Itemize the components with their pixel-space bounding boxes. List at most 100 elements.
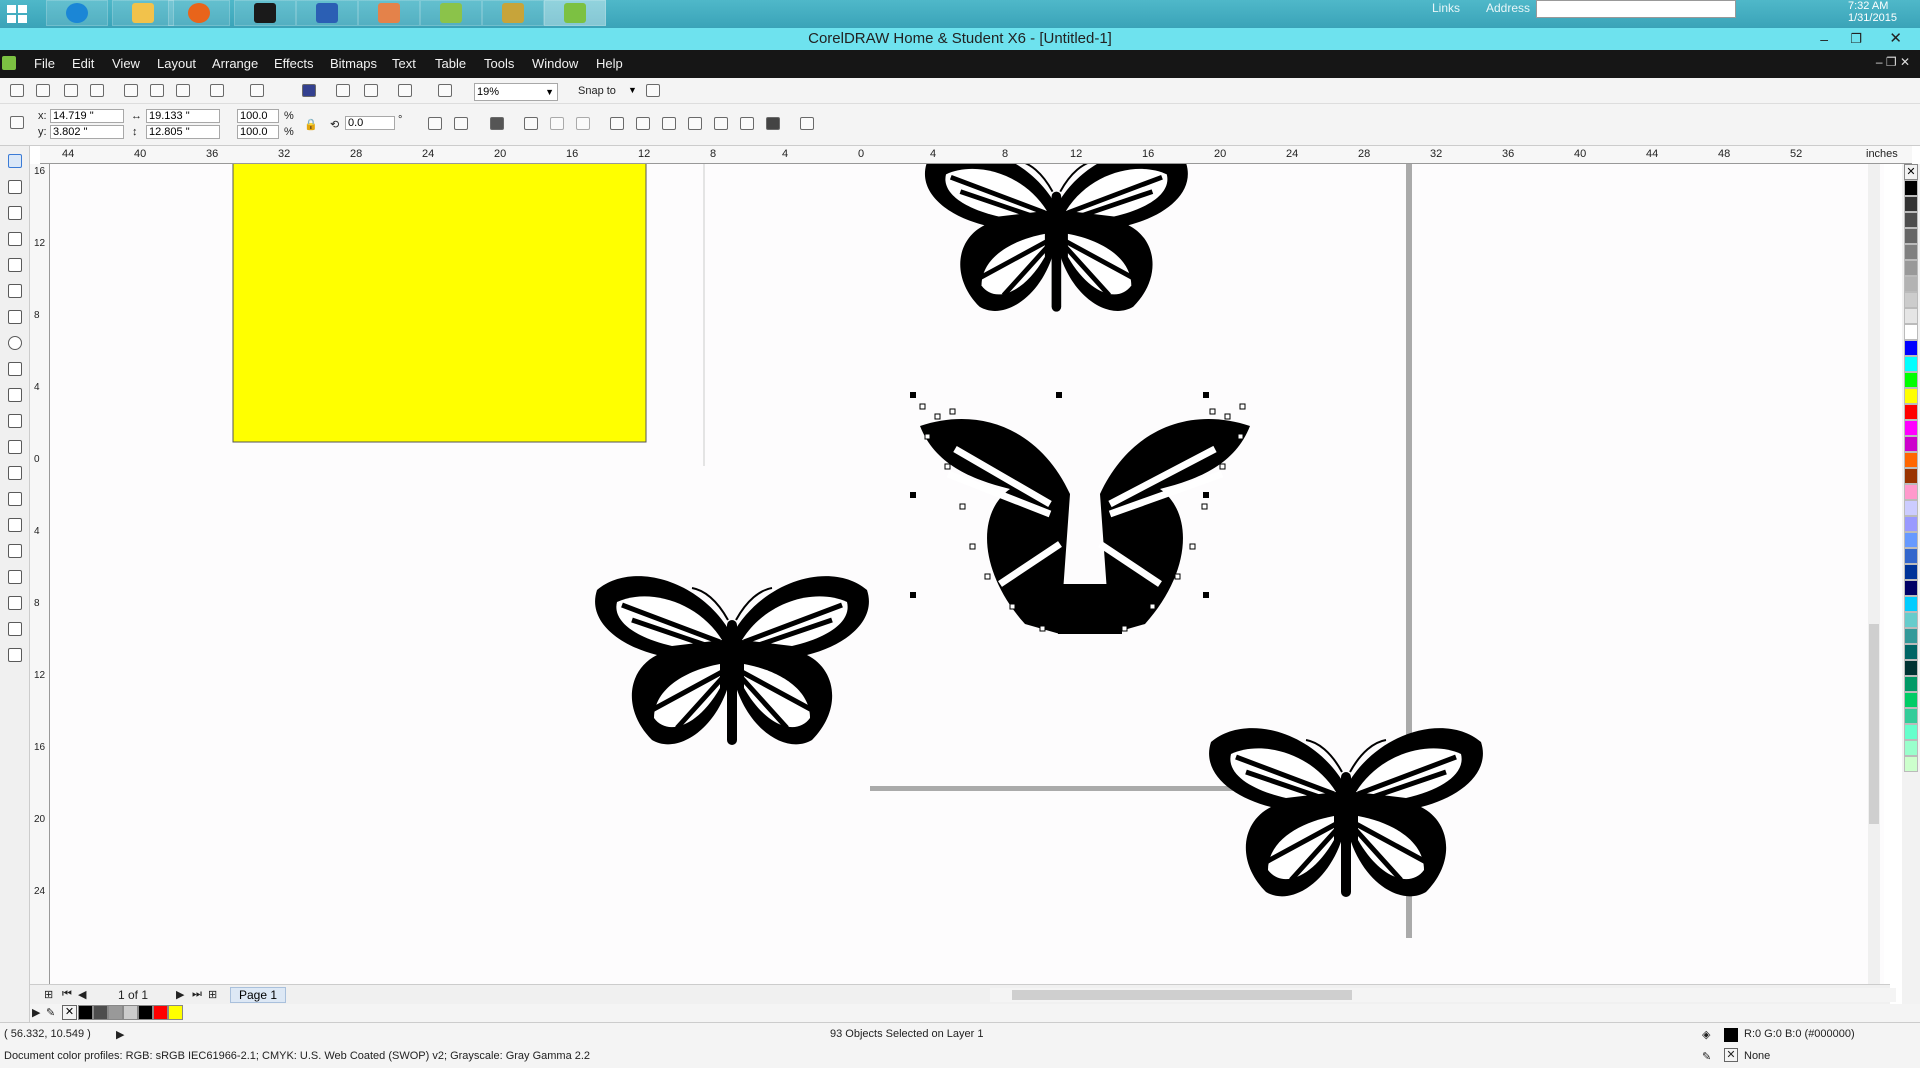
redo-icon[interactable] (250, 84, 264, 97)
palette-swatch[interactable] (1904, 756, 1918, 772)
drawing-canvas[interactable] (50, 164, 1884, 984)
fill-color-swatch[interactable] (1724, 1028, 1738, 1042)
palette-swatch[interactable] (1904, 676, 1918, 692)
doc-window-controls[interactable]: – ❐ ✕ (1876, 55, 1910, 69)
mirror-vertical-icon[interactable] (454, 117, 468, 130)
palette-swatch[interactable] (1904, 692, 1918, 708)
table-tool-icon[interactable] (8, 440, 22, 454)
firefox-icon[interactable] (168, 0, 230, 26)
fill-tool-icon[interactable] (8, 622, 22, 636)
rectangle-tool-icon[interactable] (8, 310, 22, 324)
intersect-icon[interactable] (662, 117, 676, 130)
save-icon[interactable] (64, 84, 78, 97)
x-position-input[interactable]: 14.719 " (50, 109, 124, 123)
palette-swatch[interactable] (1904, 212, 1918, 228)
document-color-swatch[interactable] (168, 1005, 183, 1020)
menu-tools[interactable]: Tools (484, 56, 514, 71)
chevron-down-icon[interactable]: ▼ (628, 85, 637, 95)
polygon-tool-icon[interactable] (8, 362, 22, 376)
menu-help[interactable]: Help (596, 56, 623, 71)
add-page-after-icon[interactable]: ⊞ (208, 988, 217, 1001)
interactive-fill-tool-icon[interactable] (8, 648, 22, 662)
height-input[interactable]: 12.805 " (146, 125, 220, 139)
transparency-tool-icon[interactable] (8, 544, 22, 558)
rotation-input[interactable]: 0.0 (345, 116, 395, 130)
create-boundary-icon[interactable] (766, 117, 780, 130)
file-explorer-icon[interactable] (112, 0, 174, 26)
next-page-icon[interactable]: ▶ (176, 988, 184, 1001)
scale-x-input[interactable]: 100.0 (237, 109, 279, 123)
shape-tool-icon[interactable] (8, 180, 22, 194)
palette-swatch[interactable] (1904, 260, 1918, 276)
print-icon[interactable] (90, 84, 104, 97)
align-distribute-icon[interactable] (800, 117, 814, 130)
paint-tool-icon[interactable] (358, 0, 420, 26)
export-icon[interactable] (364, 84, 378, 97)
menu-effects[interactable]: Effects (274, 56, 314, 71)
palette-swatch[interactable] (1904, 532, 1918, 548)
mirror-horizontal-icon[interactable] (428, 117, 442, 130)
links-label[interactable]: Links (1432, 1, 1460, 15)
menu-view[interactable]: View (112, 56, 140, 71)
vertical-scrollbar-thumb[interactable] (1869, 624, 1879, 824)
palette-swatch[interactable] (1904, 660, 1918, 676)
corel-app-icon[interactable] (420, 0, 482, 26)
ungroup-all-icon[interactable] (550, 117, 564, 130)
palette-swatch[interactable] (1904, 420, 1918, 436)
eyedropper-icon[interactable]: ✎ (46, 1006, 55, 1019)
vertical-scrollbar[interactable] (1868, 164, 1880, 984)
first-page-icon[interactable]: ⏮ (62, 988, 72, 1001)
options-icon[interactable] (646, 84, 660, 97)
crop-tool-icon[interactable] (8, 206, 22, 220)
menu-file[interactable]: File (34, 56, 55, 71)
width-input[interactable]: 19.133 " (146, 109, 220, 123)
palette-swatch[interactable] (1904, 388, 1918, 404)
outline-none-icon[interactable]: ✕ (1724, 1048, 1738, 1062)
outline-tool-icon[interactable] (8, 596, 22, 610)
palette-swatch[interactable] (1904, 564, 1918, 580)
copy-icon[interactable] (150, 84, 164, 97)
smart-fill-tool-icon[interactable] (8, 284, 22, 298)
palette-swatch[interactable] (1904, 404, 1918, 420)
group-icon[interactable] (490, 117, 504, 130)
palette-swatch[interactable] (1904, 724, 1918, 740)
palette-swatch[interactable] (1904, 548, 1918, 564)
last-page-icon[interactable]: ⏭ (192, 988, 202, 1001)
palette-swatch[interactable] (1904, 628, 1918, 644)
play-icon[interactable]: ▶ (32, 1006, 40, 1019)
palette-swatch[interactable] (1904, 484, 1918, 500)
new-document-icon[interactable] (10, 84, 24, 97)
palette-swatch[interactable] (1904, 516, 1918, 532)
document-color-swatch[interactable] (138, 1005, 153, 1020)
document-color-swatch[interactable] (93, 1005, 108, 1020)
palette-swatch[interactable] (1904, 644, 1918, 660)
paste-icon[interactable] (176, 84, 190, 97)
word-icon[interactable] (296, 0, 358, 26)
menu-text[interactable]: Text (392, 56, 416, 71)
simplify-icon[interactable] (688, 117, 702, 130)
menu-bitmaps[interactable]: Bitmaps (330, 56, 377, 71)
palette-swatch[interactable] (1904, 708, 1918, 724)
palette-swatch[interactable] (1904, 292, 1918, 308)
text-tool-icon[interactable] (8, 414, 22, 428)
horizontal-scrollbar[interactable] (990, 988, 1896, 1002)
palette-swatch[interactable] (1904, 468, 1918, 484)
restore-icon[interactable]: ❐ (1850, 28, 1862, 50)
menu-arrange[interactable]: Arrange (212, 56, 258, 71)
cut-icon[interactable] (124, 84, 138, 97)
import-icon[interactable] (336, 84, 350, 97)
address-input[interactable] (1536, 0, 1736, 18)
pick-tool-icon[interactable] (8, 154, 22, 168)
no-fill-swatch[interactable]: ✕ (62, 1005, 77, 1020)
media-player-icon[interactable] (234, 0, 296, 26)
document-color-swatch[interactable] (78, 1005, 93, 1020)
snap-to-dropdown[interactable]: Snap to (578, 85, 616, 97)
palette-swatch[interactable] (1904, 740, 1918, 756)
front-minus-back-icon[interactable] (714, 117, 728, 130)
weld-icon[interactable] (610, 117, 624, 130)
palette-swatch[interactable] (1904, 228, 1918, 244)
palette-swatch[interactable] (1904, 340, 1918, 356)
palette-swatch[interactable] (1904, 308, 1918, 324)
trim-icon[interactable] (636, 117, 650, 130)
menu-edit[interactable]: Edit (72, 56, 94, 71)
